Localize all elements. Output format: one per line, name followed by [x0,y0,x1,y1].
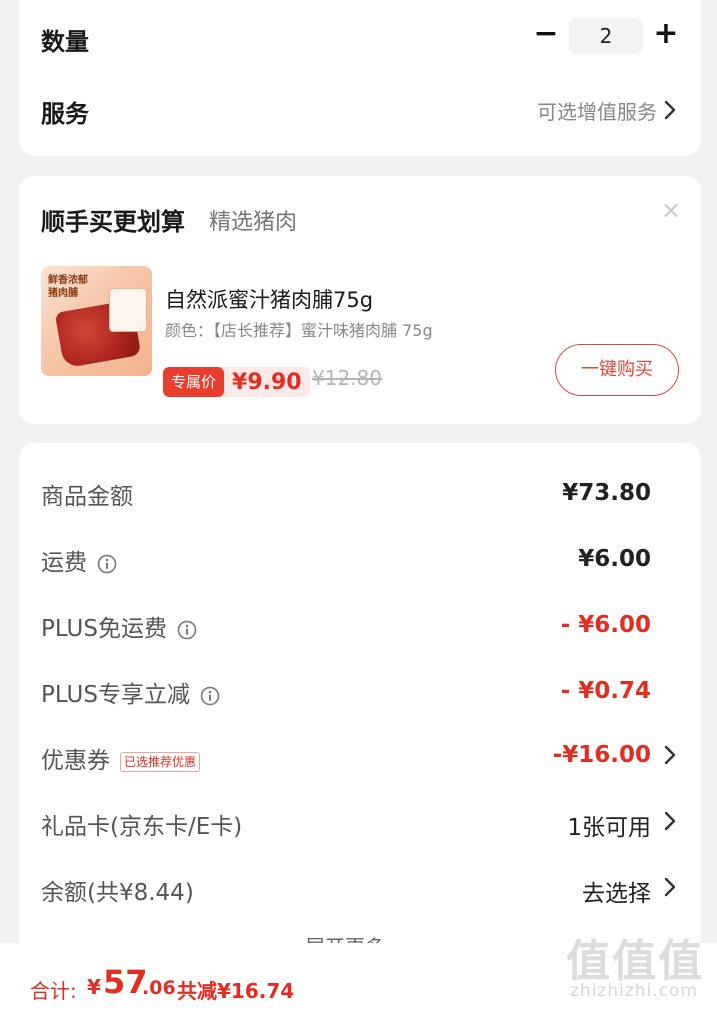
upsell-subtitle: 精选猪肉 [209,210,298,235]
total-amount-integer: 57 [103,963,148,1001]
service-value-link[interactable]: 可选增值服务 [537,96,657,125]
promo-price-tag: 专属价 ¥9.90 [163,367,310,397]
plus-free-shipping-value: - ¥6.00 [560,612,651,638]
total-saved: 共减¥16.74 [177,979,295,1003]
quantity-increase-button[interactable]: + [651,19,681,50]
info-icon[interactable] [97,554,117,574]
promo-label: 专属价 [163,367,225,397]
coupon-label: 优惠券 [41,748,110,774]
product-image[interactable]: 鲜香浓郁 猪肉脯 [41,266,152,376]
close-icon[interactable]: × [661,198,681,222]
promo-price: ¥9.90 [232,369,302,395]
product-name[interactable]: 自然派蜜汁猪肉脯75g [165,284,373,314]
watermark-logo: 值值值 [566,936,704,987]
chevron-right-icon[interactable] [663,745,677,765]
balance-label: 余额(共¥8.44) [41,880,194,906]
gift-card-label: 礼品卡(京东卡/E卡) [41,814,243,840]
shipping-value: ¥6.00 [578,546,651,572]
original-price: ¥12.80 [312,366,382,390]
coupon-badge: 已选推荐优惠 [120,751,201,772]
upsell-title: 顺手买更划算 [41,208,185,236]
total-currency: ¥ [87,975,101,999]
shipping-label: 运费 [41,550,87,576]
chevron-right-icon[interactable] [663,811,677,831]
product-spec: 颜色：【店长推荐】蜜汁味猪肉脯 75g [165,321,433,340]
upsell-card: 顺手买更划算 精选猪肉 × 鲜香浓郁 猪肉脯 自然派蜜汁猪肉脯75g 颜色：【店… [19,176,701,424]
coupon-value[interactable]: -¥16.00 [553,742,651,768]
info-icon[interactable] [200,686,220,706]
balance-value[interactable]: 去选择 [582,874,651,908]
one-click-buy-button[interactable]: 一键购买 [555,344,679,396]
quantity-label: 数量 [41,28,89,56]
plus-discount-value: - ¥0.74 [560,678,651,704]
total-label: 合计: [30,979,77,1003]
plus-free-shipping-label: PLUS免运费 [41,616,167,642]
quantity-service-card: 数量 − 2 + 服务 可选增值服务 [19,0,701,156]
plus-discount-label: PLUS专享立减 [41,682,190,708]
coupon-row[interactable]: 优惠券 已选推荐优惠 [41,741,201,775]
quantity-decrease-button[interactable]: − [531,19,561,50]
product-image-text: 猪肉脯 [48,288,78,299]
chevron-right-icon[interactable] [663,877,677,897]
quantity-value-field[interactable]: 2 [569,18,643,54]
total-amount-decimal: .06 [142,977,176,999]
site-watermark: 值值值 zhizhizhi.com [562,925,712,1005]
plus-discount-row: PLUS专享立减 [41,675,220,709]
goods-amount-label: 商品金额 [41,484,133,510]
info-icon[interactable] [177,620,197,640]
gift-card-value[interactable]: 1张可用 [567,808,651,842]
shipping-row: 运费 [41,543,117,577]
service-label: 服务 [41,100,89,128]
watermark-site: zhizhizhi.com [570,981,698,1001]
package-illustration [109,288,147,332]
plus-free-shipping-row: PLUS免运费 [41,609,197,643]
chevron-right-icon[interactable] [663,100,677,120]
goods-amount-value: ¥73.80 [562,480,651,506]
price-breakdown-card: 商品金额 ¥73.80 运费 ¥6.00 PLUS免运费 - ¥6.00 PLU… [19,443,701,1003]
